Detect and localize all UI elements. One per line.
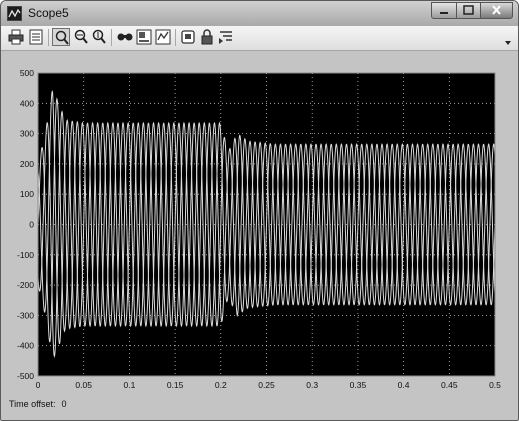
scope-app-icon[interactable] — [7, 6, 22, 21]
close-button[interactable] — [480, 2, 513, 19]
status-bar: Time offset: 0 — [9, 399, 67, 409]
minimize-button[interactable] — [431, 2, 457, 19]
x-tick-label: 0.45 — [441, 380, 458, 390]
time-offset-value: 0 — [61, 399, 67, 409]
restore-axes-settings-icon[interactable] — [154, 28, 172, 46]
zoom-x-icon[interactable] — [72, 28, 90, 46]
print-icon[interactable] — [7, 28, 25, 46]
x-tick-label: 0.2 — [215, 380, 227, 390]
x-tick-label: 0.25 — [258, 380, 275, 390]
y-tick-label: 0 — [29, 220, 34, 230]
y-tick-label: 200 — [20, 159, 34, 169]
scope-chart: -500 -400 -300 -200 -100 0 100 200 300 400 500 0 0.0… — [17, 68, 501, 390]
x-tick-label: 0.5 — [489, 380, 501, 390]
y-tick-label: -100 — [17, 250, 34, 260]
x-tick-label: 0 — [36, 380, 41, 390]
x-tick-label: 0.4 — [398, 380, 410, 390]
x-tick-label: 0.15 — [167, 380, 184, 390]
time-offset-label: Time offset: — [9, 399, 56, 409]
maximize-button[interactable] — [456, 2, 481, 19]
y-tick-label: 400 — [20, 98, 34, 108]
zoom-y-icon[interactable] — [90, 28, 108, 46]
autoscale-icon[interactable] — [116, 28, 134, 46]
lock-axes-icon[interactable] — [198, 28, 216, 46]
x-tick-label: 0.35 — [350, 380, 367, 390]
window-title: Scope5 — [28, 6, 69, 20]
y-tick-label: -400 — [17, 341, 34, 351]
x-tick-label: 0.3 — [306, 380, 318, 390]
y-tick-label: -200 — [17, 280, 34, 290]
zoom-icon[interactable] — [52, 28, 70, 46]
title-bar[interactable]: Scope5 — [1, 1, 518, 26]
scope-window: Scope5 -500 -400 -300 -200 -100 0 100 20… — [0, 0, 519, 421]
y-tick-label: -500 — [17, 371, 34, 381]
y-tick-label: 100 — [20, 189, 34, 199]
toolbar-overflow-icon[interactable] — [504, 34, 512, 45]
signal-selection-icon[interactable] — [217, 28, 235, 46]
y-tick-label: -300 — [17, 310, 34, 320]
toolbar — [1, 26, 518, 51]
x-tick-label: 0.1 — [123, 380, 135, 390]
x-tick-label: 0.05 — [75, 380, 92, 390]
scope-plot-area: -500 -400 -300 -200 -100 0 100 200 300 400 500 0 0.0… — [1, 51, 518, 396]
y-tick-label: 300 — [20, 129, 34, 139]
save-axes-settings-icon[interactable] — [135, 28, 153, 46]
parameters-icon[interactable] — [27, 28, 45, 46]
y-tick-label: 500 — [20, 68, 34, 78]
floating-scope-icon[interactable] — [179, 28, 197, 46]
